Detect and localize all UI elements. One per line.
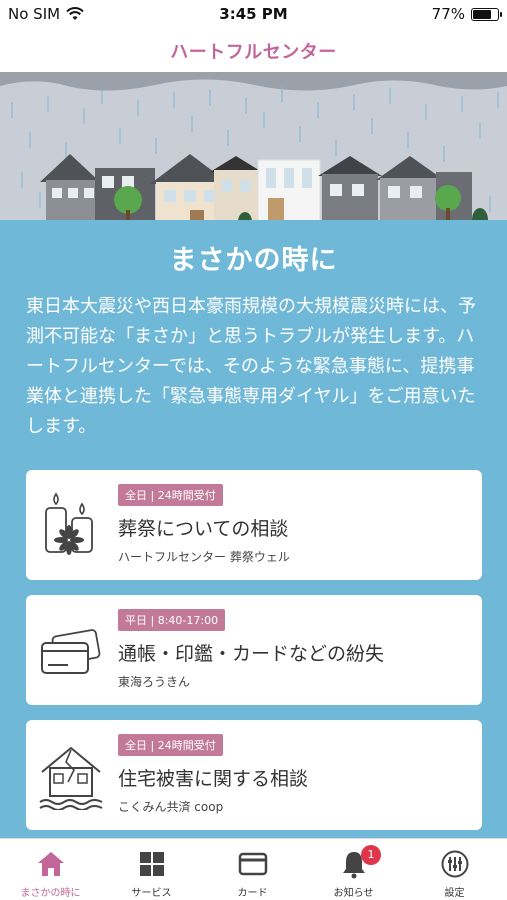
battery-percent: 77% <box>431 5 465 23</box>
tab-label: お知らせ <box>333 888 374 899</box>
tab-settings[interactable]: 設定 <box>404 839 505 900</box>
rain-houses-illustration <box>0 72 507 232</box>
cards-icon <box>41 629 101 674</box>
consultation-card-lost-items[interactable]: 平日 | 8:40-17:00 通帳・印鑑・カードなどの紛失 東海ろうきん <box>26 595 482 705</box>
card-title: 住宅被害に関する相談 <box>118 768 309 790</box>
card-provider: 東海ろうきん <box>118 675 191 689</box>
tab-label: まさかの時に <box>20 888 81 899</box>
hours-badge: 平日 | 8:40-17:00 <box>118 609 226 631</box>
battery-level <box>473 9 492 19</box>
hours-badge: 全日 | 24時間受付 <box>118 734 223 756</box>
tab-masaka[interactable]: まさかの時に <box>0 839 101 900</box>
section-title: まさかの時に <box>169 245 338 276</box>
consultation-card-house-damage[interactable]: 全日 | 24時間受付 住宅被害に関する相談 こくみん共済 coop <box>26 720 482 830</box>
tab-card[interactable]: カード <box>202 839 303 900</box>
app-title: ハートフルセンター <box>170 42 337 63</box>
status-right: 77% <box>431 5 502 23</box>
tab-services[interactable]: サービス <box>101 839 202 900</box>
card-title: 葬祭についての相談 <box>118 518 289 540</box>
tab-label: サービス <box>131 888 172 899</box>
home-icon <box>38 852 64 876</box>
hero-illustration <box>0 72 507 232</box>
settings-icon <box>441 850 469 878</box>
candles-icon <box>45 492 93 555</box>
status-bar: No SIM 3:45 PM 77% <box>0 0 507 30</box>
card-provider: こくみん共済 coop <box>118 800 224 814</box>
notification-count-badge: 1 <box>361 845 381 865</box>
tab-bar: まさかの時に サービス カード 1 お知らせ 設定 <box>0 838 507 900</box>
card-provider: ハートフルセンター 葬祭ウェル <box>118 550 290 564</box>
hours-badge: 全日 | 24時間受付 <box>118 484 223 506</box>
tab-label: 設定 <box>444 888 465 899</box>
damaged-house-icon <box>39 746 103 810</box>
navigation-bar: ハートフルセンター <box>0 30 507 72</box>
battery-icon <box>471 7 502 21</box>
tab-notifications[interactable]: 1 お知らせ <box>303 839 404 900</box>
description-text: 東日本大震災や西日本豪雨規模の大規模震災時には、予測不可能な「まさか」と思うトラ… <box>26 296 476 437</box>
consultation-card-funeral[interactable]: 全日 | 24時間受付 葬祭についての相談 ハートフルセンター 葬祭ウェル <box>26 470 482 580</box>
grid-icon <box>140 852 164 876</box>
card-icon <box>238 852 268 876</box>
card-title: 通帳・印鑑・カードなどの紛失 <box>118 643 385 665</box>
tab-label: カード <box>237 888 268 899</box>
main-content: まさかの時に 東日本大震災や西日本豪雨規模の大規模震災時には、予測不可能な「まさ… <box>0 228 507 838</box>
